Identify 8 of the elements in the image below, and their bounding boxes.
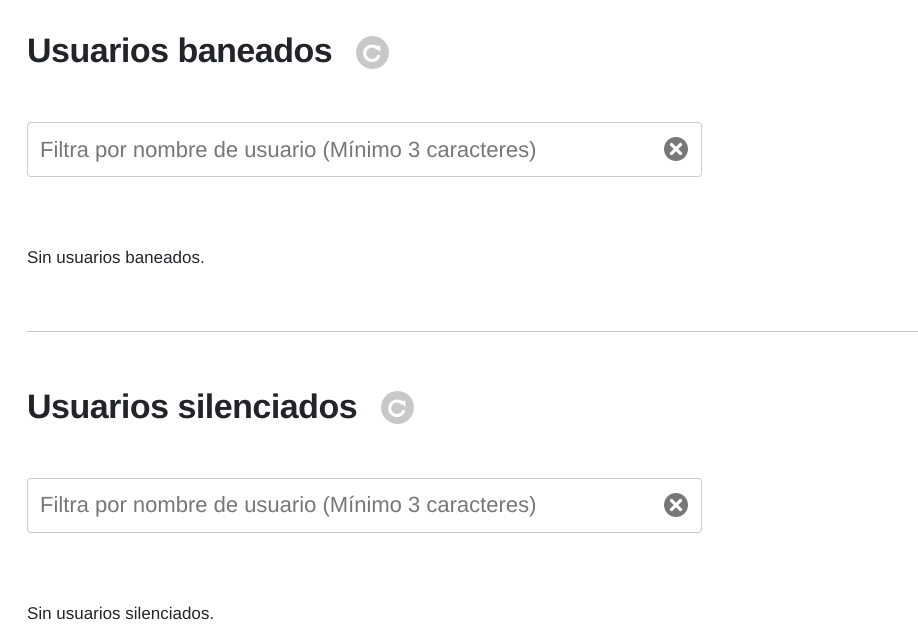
filter-field[interactable]: Filtra por nombre de usuario (Mínimo 3 caracteres) (27, 122, 702, 177)
section-heading: Usuarios baneados (27, 33, 332, 71)
clear-icon[interactable] (663, 492, 689, 518)
empty-message: Sin usuarios baneados. (27, 247, 206, 269)
clear-icon[interactable] (663, 136, 689, 162)
empty-message: Sin usuarios silenciados. (27, 602, 216, 624)
filter-field[interactable]: Filtra por nombre de usuario (Mínimo 3 caracteres) (27, 478, 702, 532)
section-heading: Usuarios silenciados (27, 388, 358, 426)
